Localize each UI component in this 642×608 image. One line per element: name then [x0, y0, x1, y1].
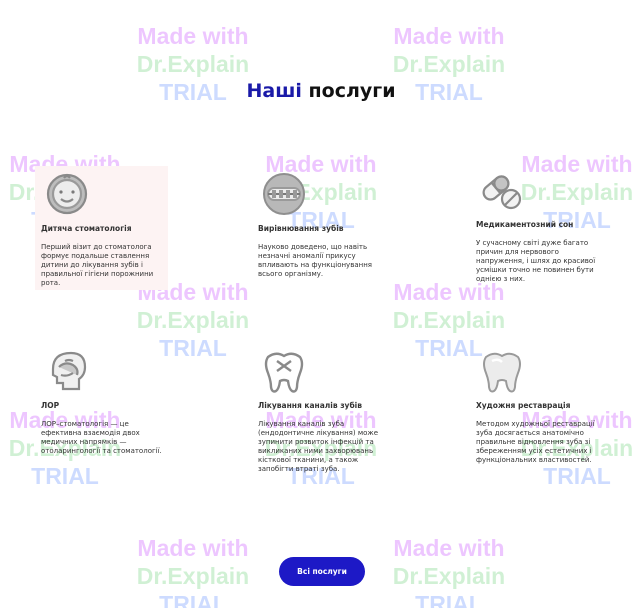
service-title: Вирівнювання зубів: [258, 224, 344, 233]
service-description: Науково доведено, що навіть незначні ано…: [258, 243, 372, 278]
braces-icon: [260, 170, 308, 218]
title-rest: послуги: [308, 80, 396, 102]
service-title: Дитяча стоматологія: [41, 224, 132, 233]
service-card-restoration[interactable]: Художня реставрація Методом художньої ре…: [476, 347, 626, 465]
ent-head-icon: [43, 347, 91, 395]
title-accent: Наші: [246, 80, 302, 102]
service-title: Художня реставрація: [476, 401, 571, 410]
tooth-canal-icon: [260, 347, 308, 395]
watermark: Made withDr.ExplainTRIAL: [392, 535, 506, 608]
watermark: Made withDr.ExplainTRIAL: [136, 535, 250, 608]
all-services-button[interactable]: Всі послуги: [279, 557, 365, 586]
service-card-teeth-alignment[interactable]: Вирівнювання зубів Науково доведено, що …: [258, 170, 408, 279]
tooth-icon: [478, 347, 526, 395]
service-card-ent[interactable]: ЛОР ЛОР–стоматологія — це ефективна взає…: [41, 347, 191, 456]
child-face-icon: [43, 170, 91, 218]
service-title: Медикаментозний сон: [476, 220, 574, 229]
service-card-root-canal[interactable]: Лікування каналів зубів Лікування каналі…: [258, 347, 408, 474]
pills-icon: [478, 166, 526, 214]
service-description: У сучасному світі дуже багато причин для…: [476, 239, 596, 283]
page-title: Наші послуги: [0, 80, 642, 102]
service-card-child-dentistry[interactable]: Дитяча стоматологія Перший візит до стом…: [41, 170, 191, 288]
service-description: Перший візит до стоматолога формує подал…: [41, 243, 154, 287]
service-title: ЛОР: [41, 401, 60, 410]
service-description: Методом художньої реставрації зуба досяг…: [476, 420, 595, 464]
service-title: Лікування каналів зубів: [258, 401, 362, 410]
service-description: ЛОР–стоматологія — це ефективна взаємоді…: [41, 420, 162, 455]
service-card-sedation[interactable]: Медикаментозний сон У сучасному світі ду…: [476, 166, 626, 284]
service-description: Лікування каналів зуба (ендодонтичне лік…: [258, 420, 379, 473]
